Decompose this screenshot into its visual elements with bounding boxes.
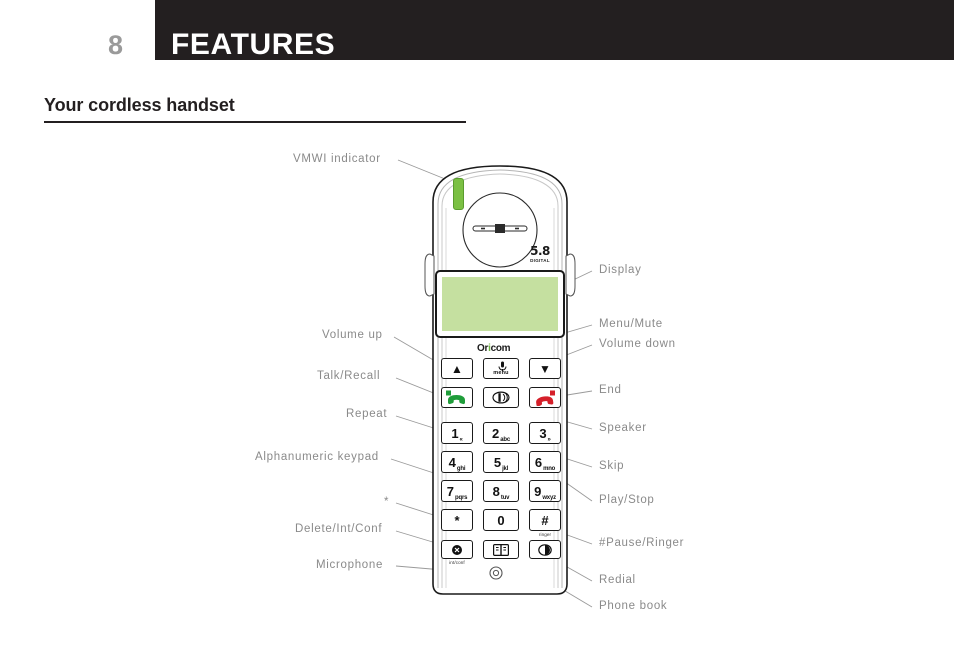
key-5-letters: jkl [502, 465, 509, 472]
key-hash-digit: # [541, 512, 549, 528]
end-key[interactable] [529, 387, 561, 408]
key-2[interactable]: 2 abc [483, 422, 519, 444]
key-1[interactable]: 1 « [441, 422, 473, 444]
callout-pause-ringer: #Pause/Ringer [599, 537, 685, 549]
logo-main-text: 5.8 [530, 244, 550, 258]
menu-key-label: menu [493, 370, 509, 376]
key-4-digit: 4 [448, 454, 456, 470]
speaker-key[interactable] [483, 387, 519, 408]
delete-int-conf-key[interactable] [441, 540, 473, 559]
callout-repeat: Repeat [346, 408, 388, 420]
key-9-letters: wxyz [542, 494, 556, 501]
talk-recall-key[interactable] [441, 387, 473, 408]
logo-5point8-digital: 5.8 DIGITAL [520, 243, 560, 264]
callout-menu-mute: Menu/Mute [599, 318, 663, 330]
volume-up-key[interactable]: ▲ [441, 358, 473, 379]
menu-mute-key[interactable]: menu [483, 358, 519, 379]
key-8[interactable]: 8 tuv [483, 480, 519, 502]
callout-alphanumeric-keypad: Alphanumeric keypad [255, 451, 379, 463]
redial-icon [538, 543, 552, 556]
key-4-letters: ghi [456, 465, 466, 472]
callout-vmwi-indicator: VMWI indicator [293, 153, 381, 165]
key-hash[interactable]: # [529, 509, 561, 531]
callout-display: Display [599, 264, 642, 276]
key-0[interactable]: 0 [483, 509, 519, 531]
redial-key[interactable] [529, 540, 561, 559]
int-conf-icon [452, 544, 462, 555]
key-6[interactable]: 6 mno [529, 451, 561, 473]
key-6-digit: 6 [534, 454, 543, 470]
lcd-display-screen [442, 277, 558, 331]
brand-text: Oricom [477, 343, 511, 354]
key-1-digit: 1 [451, 425, 459, 441]
key-1-letters: « [459, 436, 463, 443]
callout-skip: Skip [599, 460, 625, 472]
key-8-letters: tuv [500, 494, 510, 501]
key-7[interactable]: 7 pqrs [441, 480, 473, 502]
callout-star-key: * [384, 496, 390, 508]
key-7-digit: 7 [446, 483, 455, 499]
phone-book-key[interactable] [483, 540, 519, 559]
vmwi-indicator-led [453, 178, 464, 210]
key-6-letters: mno [543, 465, 556, 472]
phone-book-icon [493, 543, 509, 556]
callout-redial: Redial [599, 574, 636, 586]
key-5[interactable]: 5 jkl [483, 451, 519, 473]
callout-delete-int-conf: Delete/Int/Conf [295, 523, 383, 535]
red-handset-icon [536, 390, 555, 406]
key-3[interactable]: 3 » [529, 422, 561, 444]
key-4[interactable]: 4 ghi [441, 451, 473, 473]
callout-talk-recall: Talk/Recall [317, 370, 381, 382]
key-2-digit: 2 [492, 425, 500, 441]
key-0-digit: 0 [497, 512, 505, 528]
key-9-digit: 9 [534, 483, 542, 499]
callout-end: End [599, 384, 622, 396]
down-arrow-icon: ▼ [539, 361, 551, 376]
key-7-letters: pqrs [455, 494, 468, 501]
callout-volume-up: Volume up [322, 329, 383, 341]
up-arrow-icon: ▲ [451, 361, 463, 376]
handset-diagram: VMWI indicator Volume up Talk/Recall Rep… [0, 0, 954, 659]
key-3-digit: 3 [539, 425, 547, 441]
int-conf-sublabel: int/conf [449, 560, 465, 565]
key-star[interactable]: * [441, 509, 473, 531]
callout-play-stop: Play/Stop [599, 494, 655, 506]
key-3-letters: » [547, 436, 551, 443]
logo-sub-text: DIGITAL [530, 258, 550, 263]
callout-phone-book: Phone book [599, 600, 668, 612]
key-hash-sublabel: ringer [538, 532, 552, 537]
speakerphone-icon [492, 391, 510, 404]
callout-volume-down: Volume down [599, 338, 676, 350]
cordless-handset-illustration: 5.8 DIGITAL Oricom ▲ menu ▼ 1 « 2 abc 3 … [415, 160, 585, 600]
callout-speaker: Speaker [599, 422, 647, 434]
key-5-digit: 5 [493, 454, 502, 470]
callout-microphone: Microphone [316, 559, 384, 571]
volume-down-key[interactable]: ▼ [529, 358, 561, 379]
key-2-letters: abc [500, 436, 510, 443]
brand-logo-oricom: Oricom [477, 343, 511, 354]
key-8-digit: 8 [492, 483, 500, 499]
green-handset-icon [446, 390, 465, 404]
key-star-digit: * [454, 512, 460, 528]
key-9[interactable]: 9 wxyz [529, 480, 561, 502]
